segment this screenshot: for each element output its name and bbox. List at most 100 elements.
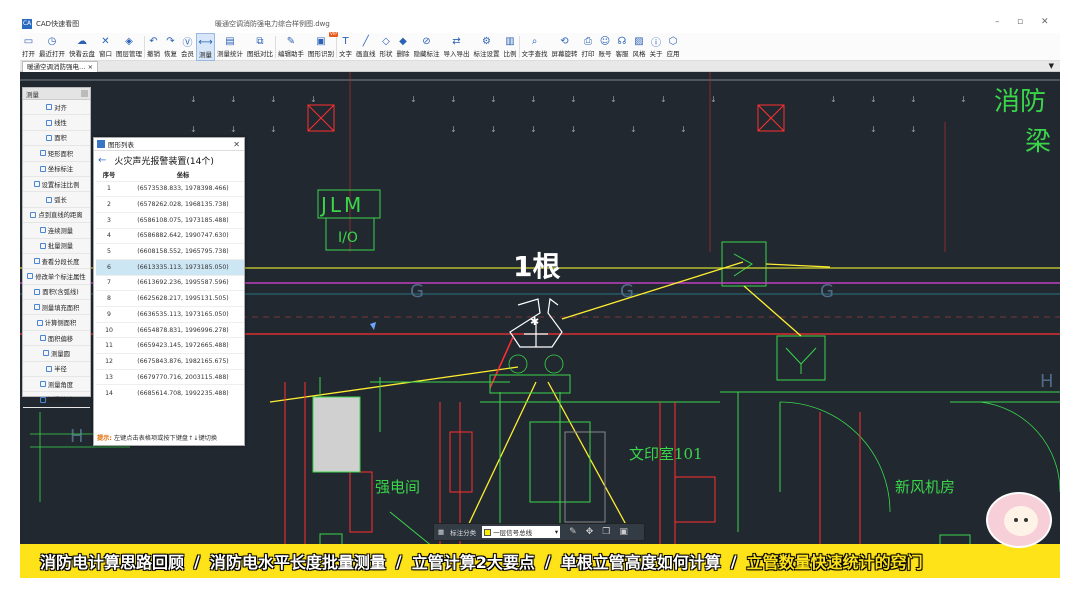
measure-item[interactable]: 测量圆 — [23, 346, 90, 362]
toolbar-button-compare[interactable]: ⧉ 图纸对比 — [245, 33, 275, 61]
measure-item-label: 线性 — [54, 120, 67, 128]
toolbar-button-hide-annotation[interactable]: ⊘ 隐藏标注 — [412, 33, 442, 61]
toolbar-button-measure[interactable]: ⟷ 测量 — [196, 33, 215, 61]
toolbar-button-folder-open[interactable]: ▭ 打开 — [20, 33, 37, 61]
table-row[interactable]: 11 (6659423.145, 1972665.488) — [96, 337, 244, 354]
toolbar-button-undo[interactable]: ↶ 撤销 — [145, 33, 162, 61]
toolbar-button-print[interactable]: ⎙ 打印 — [580, 33, 597, 61]
toolbar-button-text-search[interactable]: ⌕ 文字查找 — [520, 33, 550, 61]
history-icon: ◷ — [47, 35, 57, 47]
svg-text:↓: ↓ — [570, 125, 577, 134]
measure-item[interactable]: 测量角度 — [23, 377, 90, 393]
svg-text:↓: ↓ — [490, 125, 497, 134]
measure-item[interactable]: 批量测量 — [23, 239, 90, 254]
measure-item[interactable]: 连续测量 — [23, 223, 90, 239]
svg-text:G: G — [820, 281, 834, 302]
row-coordinate: (6613335.113, 1973185.050) — [122, 258, 244, 276]
measure-item[interactable]: 测量填充面积 — [23, 300, 90, 316]
tab-document[interactable]: 暖通空调消防强电… × — [22, 61, 99, 72]
toolbar-button-scale[interactable]: ▥ 比例 — [502, 33, 519, 61]
table-row[interactable]: 6 (6613335.113, 1973185.050) — [96, 258, 244, 276]
measure-item[interactable]: 面积 — [23, 131, 90, 147]
measure-item[interactable]: 测量统计 — [23, 392, 90, 408]
measure-item-label: 连续测量 — [47, 227, 74, 235]
toolbar-button-cloud[interactable]: ☁ 快看云盘 — [67, 33, 97, 61]
measure-item[interactable]: 计算侧面积 — [23, 315, 90, 331]
move-icon[interactable]: ✥ — [586, 527, 594, 537]
toolbar-button-account[interactable]: ☺ 账号 — [597, 33, 614, 61]
layer-select[interactable]: 一层信号总线 ▾ — [482, 526, 561, 538]
toolbar-button-erase[interactable]: ◆ 删除 — [395, 33, 412, 61]
toolbar-button-shape-recognize[interactable]: ▣ 图形识别 VIP — [306, 32, 338, 61]
toolbar-button-rotate-screen[interactable]: ⟲ 屏幕旋转 — [550, 33, 580, 61]
toolbar-button-redo[interactable]: ↷ 恢复 — [162, 33, 179, 61]
pin-icon[interactable] — [81, 90, 88, 97]
caption-separator: / — [544, 551, 551, 571]
grid-icon[interactable]: ▦ — [438, 528, 444, 536]
toolbar-button-history[interactable]: ◷ 最近打开 — [37, 33, 67, 61]
measure-item[interactable]: 查看分段长度 — [23, 254, 90, 270]
toolbar-button-window[interactable]: ✕ 窗口 — [97, 33, 114, 61]
toolbar-button-vip[interactable]: Ⓥ 会员 — [179, 33, 196, 61]
tab-dropdown-icon[interactable]: ▼ — [1049, 62, 1054, 70]
measure-item[interactable]: 设置标注比例 — [23, 177, 90, 193]
copy-icon[interactable]: ❐ — [602, 527, 610, 537]
toolbar-label: 文字查找 — [521, 50, 548, 58]
table-row[interactable]: 12 (6675843.876, 1982165.675) — [96, 353, 244, 370]
back-arrow-icon[interactable]: ← — [98, 155, 106, 166]
measure-item[interactable]: 线性 — [23, 115, 90, 131]
measure-item[interactable]: 面积偏移 — [23, 331, 90, 347]
measure-item-list: 对齐线性面积 矩形面积 坐标标注 设置标注比例 弧长 点到直线的距离连续测量批量测量 查看分… — [23, 100, 90, 408]
toolbar-button-support[interactable]: ☊ 客服 — [614, 33, 631, 61]
table-row[interactable]: 14 (6685614.708, 1992235.488) — [96, 384, 244, 401]
toolbar-label: 画直线 — [356, 50, 376, 58]
measure-item[interactable]: 点到直线的距离 — [23, 208, 90, 224]
toolbar-button-shape[interactable]: ◇ 形状 — [378, 33, 395, 61]
measure-item[interactable]: 对齐 — [23, 100, 90, 116]
measure-item[interactable]: 半径 — [23, 362, 90, 378]
measure-item[interactable]: 面积(含弧线) — [23, 285, 90, 301]
minimize-icon[interactable]: – — [995, 17, 1000, 27]
toolbar-button-layers[interactable]: ◈ 图层管理 — [114, 33, 144, 61]
toolbar-button-annotation-settings[interactable]: ⚙ 标注设置 — [472, 33, 502, 61]
toolbar-button-style[interactable]: ▨ 风格 — [631, 33, 648, 61]
apps-icon: ⬡ — [668, 35, 678, 47]
table-row[interactable]: 8 (6625628.217, 1995131.505) — [96, 290, 244, 307]
row-coordinate: (6608158.552, 1965795.738) — [122, 243, 244, 260]
table-row[interactable]: 13 (6679770.716, 2003115.488) — [96, 368, 244, 385]
table-row[interactable]: 1 (6573538.833, 1978398.466) — [96, 180, 244, 197]
close-window-icon[interactable]: ✕ — [1041, 17, 1049, 27]
column-header-coord: 坐标 — [176, 172, 190, 180]
cad-canvas[interactable]: ↓ ↓ ↓ ↓ ↓ ↓ ↓ ↓ ↓ ↓ ↓ ↓ ↓ ↓ ↓ ↓ ↓ ↓ ↓ ↓ ↓ ↓ ↓ ↓ ↓ ↓ ↓ — [20, 72, 1060, 577]
toolbar-button-line[interactable]: ╱ 画直线 — [354, 33, 378, 61]
maximize-icon[interactable]: ▫ — [1017, 17, 1023, 27]
measure-item[interactable]: 矩形面积 — [23, 146, 90, 162]
table-row[interactable]: 9 (6636535.113, 1973165.050) — [96, 306, 244, 323]
close-icon[interactable]: ✕ — [233, 140, 240, 149]
svg-text:↓: ↓ — [570, 95, 577, 104]
toolbar-button-text[interactable]: T 文字 — [337, 33, 354, 61]
table-row[interactable]: 3 (6586108.075, 1973185.488) — [96, 211, 244, 229]
toolbar-button-about[interactable]: ⓘ 关于 — [648, 33, 665, 61]
measure-item[interactable]: 弧长 — [23, 192, 90, 208]
measure-item[interactable]: 修改单个标注属性 — [23, 269, 90, 285]
table-row[interactable]: 4 (6586882.642, 1990747.630) — [96, 227, 244, 244]
table-row[interactable]: 2 (6578262.028, 1968135.738) — [96, 196, 244, 213]
svg-text:↓: ↓ — [190, 125, 197, 134]
table-row[interactable]: 5 (6608158.552, 1965795.738) — [96, 243, 244, 260]
shape-icon: ◇ — [382, 35, 390, 47]
edit-icon[interactable]: ✎ — [569, 527, 577, 537]
toolbar-button-apps[interactable]: ⬡ 应用 — [665, 33, 682, 61]
shape-list-panel: 图形列表 ✕ ← 火灾声光报警装置(14个) 序号 坐标 1 (6573538.8… — [93, 137, 245, 446]
table-row[interactable]: 7 (6613692.236, 1995587.596) — [96, 274, 244, 291]
toolbar-button-import-export[interactable]: ⇄ 导入导出 — [442, 33, 472, 61]
row-coordinate: (6613692.236, 1995587.596) — [122, 274, 244, 291]
measure-item[interactable]: 坐标标注 — [23, 162, 90, 177]
row-coordinate: (6586882.642, 1990747.630) — [122, 227, 244, 244]
toolbar-button-measure-stats[interactable]: ▤ 测量统计 — [215, 33, 245, 61]
table-row[interactable]: 10 (6654878.831, 1996996.278) — [96, 321, 244, 338]
paste-icon[interactable]: ▣ — [619, 527, 628, 537]
toolbar-button-edit-helper[interactable]: ✎ 编辑助手 — [276, 33, 306, 61]
row-number: 6 — [96, 258, 122, 276]
svg-text:↓: ↓ — [960, 95, 967, 104]
